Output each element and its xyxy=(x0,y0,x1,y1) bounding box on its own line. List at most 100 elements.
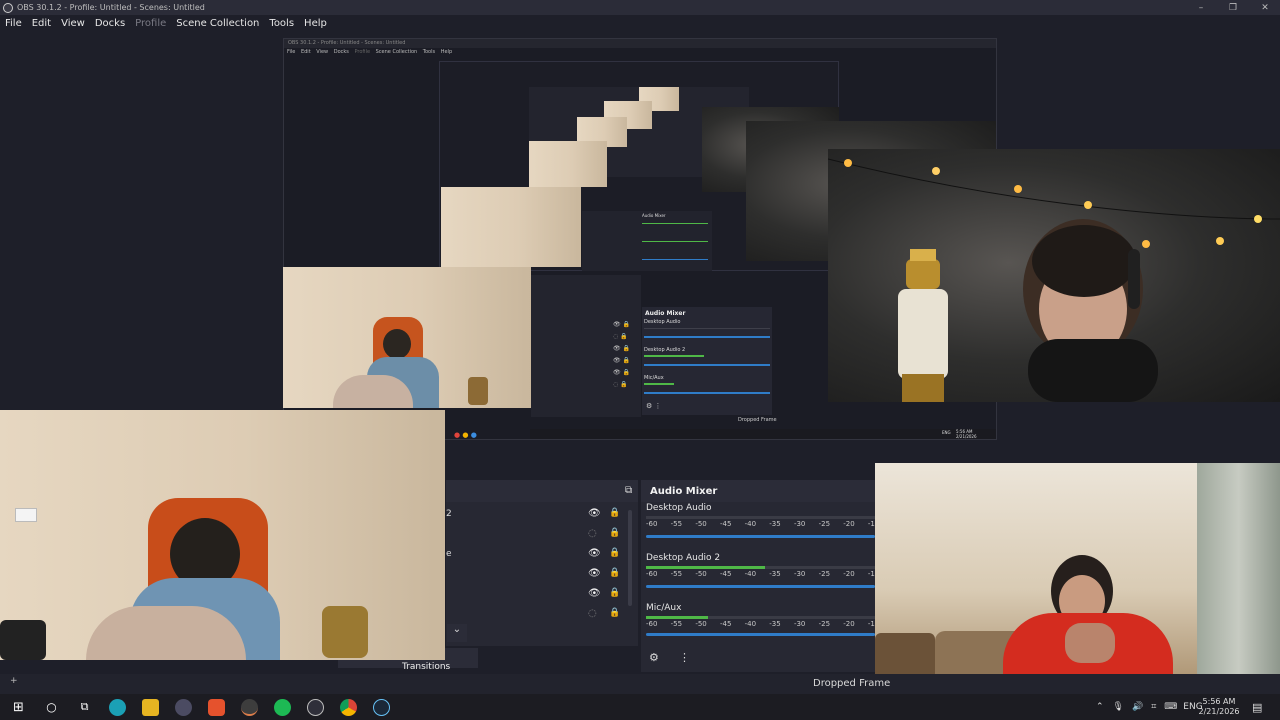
volume-slider-desktop-audio[interactable] xyxy=(646,535,875,538)
webcam-capture-medium xyxy=(283,267,531,408)
add-source-icon[interactable]: + xyxy=(10,676,18,686)
spotify-icon[interactable] xyxy=(274,698,291,716)
eye-hidden-icon[interactable]: ◌ xyxy=(588,528,597,539)
nested-lang: ENG xyxy=(942,430,951,435)
eye-icon[interactable]: 👁 xyxy=(588,588,601,599)
volume-slider-mic-aux[interactable] xyxy=(646,633,875,636)
meter-ticks: -60 -55 -50 -45 -40 -35 -30 -25 -20 -1 xyxy=(646,620,875,628)
volume-slider-desktop-audio-2[interactable] xyxy=(646,585,875,588)
microphone-icon[interactable]: 🎙 xyxy=(1113,702,1124,712)
channel-name-desktop-audio: Desktop Audio xyxy=(646,503,712,513)
search-icon[interactable]: ○ xyxy=(43,699,60,716)
nested-webcam-small xyxy=(529,141,607,187)
lock-icon[interactable]: 🔒 xyxy=(609,568,620,578)
obs-alt-icon[interactable] xyxy=(307,698,324,716)
keyboard-icon[interactable]: ⌨ xyxy=(1164,702,1177,712)
nested-mini-mixer-title: Audio Mixer xyxy=(642,213,666,218)
nested-menu-item: Tools xyxy=(422,49,436,55)
clock-time: 5:56 AM xyxy=(1202,697,1236,706)
nested-audio-mixer: Audio Mixer Desktop Audio Desktop Audio … xyxy=(642,307,772,415)
nested-taskbar-icons: ● ● ● xyxy=(454,431,477,439)
source-row-visibility[interactable]: 👁 xyxy=(588,508,601,519)
channel-name-desktop-audio-2: Desktop Audio 2 xyxy=(646,553,721,563)
menu-profile[interactable]: Profile xyxy=(130,18,171,29)
chevron-up-icon[interactable]: ⌃ xyxy=(1096,702,1104,712)
chrome-icon[interactable] xyxy=(340,698,357,716)
nested-menu-item: File xyxy=(287,49,296,55)
network-icon[interactable]: ⌗ xyxy=(1151,702,1156,712)
steam-icon[interactable] xyxy=(373,698,390,716)
title-bar: OBS 30.1.2 - Profile: Untitled - Scenes:… xyxy=(0,0,1280,15)
lock-icon[interactable]: 🔒 xyxy=(609,508,620,518)
eye-icon[interactable]: 👁 xyxy=(588,568,601,579)
lock-icon[interactable]: 🔒 xyxy=(609,548,620,558)
source-row-label-partial: 2 xyxy=(446,509,452,519)
volume-icon[interactable]: 🔊 xyxy=(1132,702,1143,712)
wall-switch-decor xyxy=(15,508,37,522)
chevron-down-icon[interactable]: ⌄ xyxy=(447,624,467,642)
nested-menu-item: View xyxy=(316,49,329,55)
eye-icon[interactable]: 👁 xyxy=(588,508,601,519)
dropped-frames-status: Dropped Frame xyxy=(813,678,891,689)
nested-menu-item: Docks xyxy=(333,49,349,55)
menu-edit[interactable]: Edit xyxy=(27,18,56,29)
audio-menu-kebab-icon[interactable]: ⋮ xyxy=(679,651,690,664)
lock-icon[interactable]: 🔒 xyxy=(609,528,620,538)
eye-icon[interactable]: 👁 xyxy=(588,548,601,559)
source-row-label-partial: e xyxy=(446,549,452,559)
meter-mic-aux xyxy=(646,616,875,619)
audio-mixer-panel: Audio Mixer Desktop Audio -60 -55 -50 -45 -4… xyxy=(641,480,875,672)
brave-icon[interactable] xyxy=(208,698,225,716)
audio-mixer-title: Audio Mixer xyxy=(650,486,718,497)
menu-scene-collection[interactable]: Scene Collection xyxy=(171,18,264,29)
menu-help[interactable]: Help xyxy=(299,18,332,29)
restore-button[interactable]: ❐ xyxy=(1218,0,1248,15)
nested-menu-item: Edit xyxy=(300,49,311,55)
lock-icon[interactable]: 🔒 xyxy=(609,588,620,598)
task-view-icon[interactable]: ⧉ xyxy=(76,699,93,716)
nested-channel-desktop: Desktop Audio xyxy=(644,319,681,325)
webcam-capture-large xyxy=(0,410,445,660)
file-explorer-icon[interactable] xyxy=(142,698,159,716)
meter-ticks: -60 -55 -50 -45 -40 -35 -30 -25 -20 -1 xyxy=(646,570,875,578)
notification-icon[interactable]: ▤ xyxy=(1252,694,1262,720)
chrome-profile-icon[interactable] xyxy=(241,698,258,716)
close-button[interactable]: ✕ xyxy=(1250,0,1280,15)
menu-file[interactable]: File xyxy=(0,18,27,29)
meter-desktop-audio xyxy=(646,516,875,519)
status-bar: Dropped Frame + xyxy=(0,674,1280,694)
window-title: OBS 30.1.2 - Profile: Untitled - Scenes:… xyxy=(17,3,205,12)
string-lights-decor xyxy=(828,158,1280,402)
nested-audio-mixer-title: Audio Mixer xyxy=(645,310,686,317)
menu-view[interactable]: View xyxy=(56,18,90,29)
obs-icon[interactable] xyxy=(175,698,192,716)
sources-scrollbar[interactable] xyxy=(628,510,632,606)
channel-name-mic-aux: Mic/Aux xyxy=(646,603,682,613)
lock-icon[interactable]: 🔒 xyxy=(609,608,620,618)
edge-icon[interactable] xyxy=(109,698,126,716)
start-windows-icon[interactable]: ⊞ xyxy=(10,699,27,716)
audio-settings-gear-icon[interactable]: ⚙ xyxy=(649,651,659,664)
eye-hidden-icon[interactable]: ◌ xyxy=(588,608,597,619)
clock[interactable]: 5:56 AM 2/21/2026 xyxy=(1198,694,1240,720)
undock-icon[interactable]: ⧉ xyxy=(625,485,632,496)
menu-bar: File Edit View Docks Profile Scene Colle… xyxy=(0,15,1280,32)
nested-date: 2/21/2026 xyxy=(956,434,977,439)
nested-mini-mixer: Audio Mixer xyxy=(582,211,712,271)
nested-menu-item: Scene Collection xyxy=(375,49,418,55)
system-tray: ⌃ 🎙 🔊 ⌗ ⌨ ENG xyxy=(1096,694,1211,720)
nested-window-title: OBS 30.1.2 - Profile: Untitled - Scenes:… xyxy=(284,39,996,48)
nested-channel-desktop-2: Desktop Audio 2 xyxy=(644,347,686,353)
meter-desktop-audio-2 xyxy=(646,566,875,569)
sources-panel: ⧉ 2 e 👁 🔒 ◌ 🔒 👁 🔒 👁 🔒 👁 🔒 ◌ 🔒 xyxy=(446,480,638,646)
windows-taskbar: ⊞ ○ ⧉ ⌃ 🎙 🔊 ⌗ ⌨ ENG 5:56 AM 2/21/2026 ▤ xyxy=(0,694,1280,720)
clock-date: 2/21/2026 xyxy=(1198,707,1240,716)
nested-menu-bar: File Edit View Docks Profile Scene Colle… xyxy=(284,48,996,56)
minimize-button[interactable]: – xyxy=(1186,0,1216,15)
menu-docks[interactable]: Docks xyxy=(90,18,130,29)
webcam-capture-dark xyxy=(828,149,1280,402)
nested-menu-item: Profile xyxy=(354,49,371,55)
nested-dropped-frames: Dropped Frame xyxy=(738,417,777,423)
obs-logo-icon xyxy=(3,2,13,13)
menu-tools[interactable]: Tools xyxy=(264,18,299,29)
